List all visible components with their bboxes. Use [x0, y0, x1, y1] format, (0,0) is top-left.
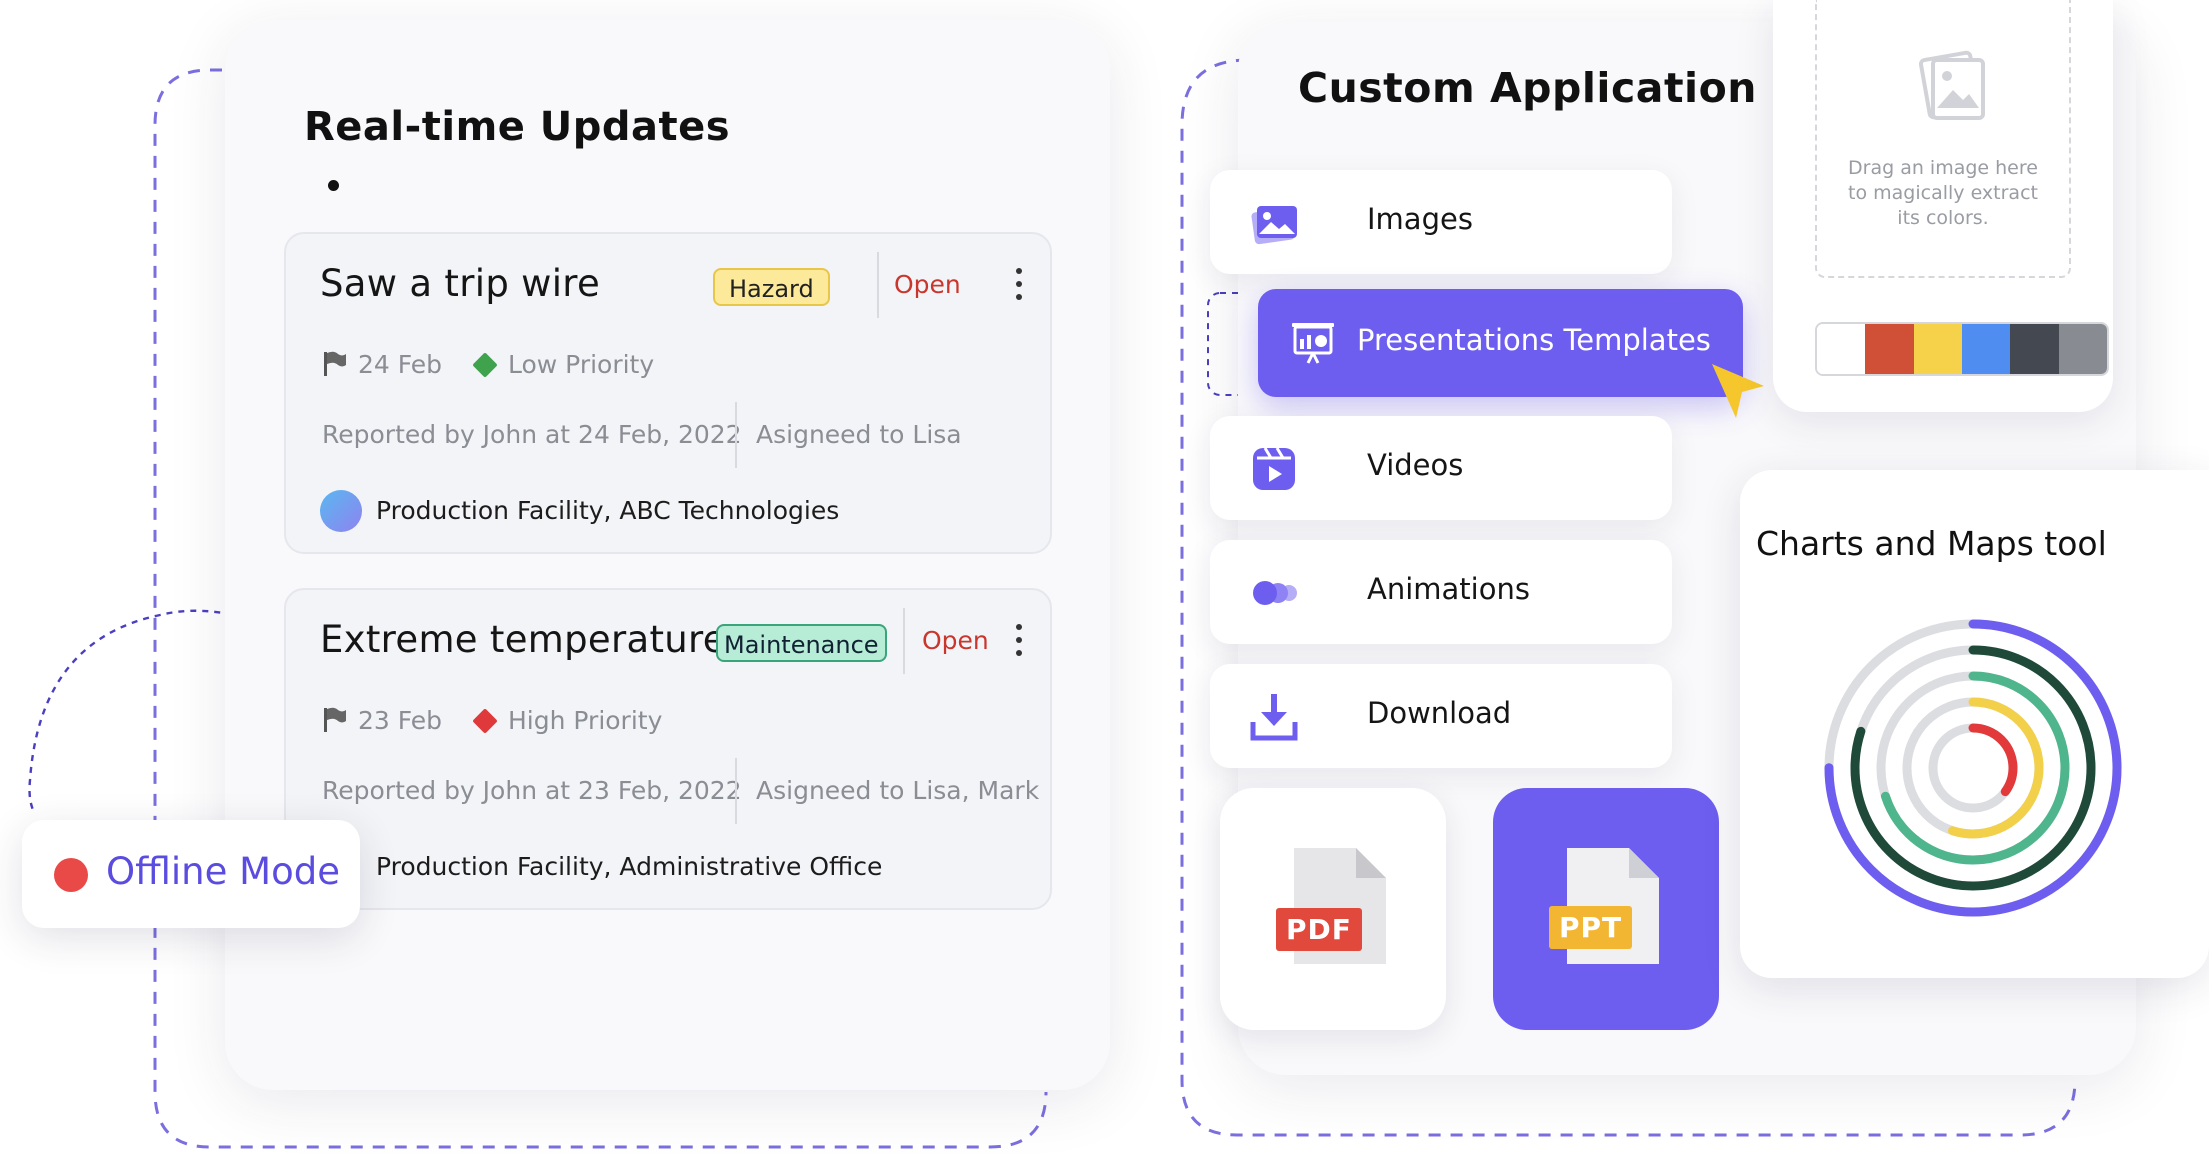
update-card[interactable]: Saw a trip wire Hazard Open 24 Feb Low P… — [284, 232, 1052, 554]
palette-swatch[interactable] — [2058, 324, 2107, 374]
animation-icon — [1253, 581, 1297, 605]
palette-swatch[interactable] — [1961, 324, 2011, 374]
assigned-to: Asigneed to Lisa — [756, 420, 962, 449]
offline-status-dot — [54, 858, 88, 892]
drop-text-line: Drag an image here — [1848, 157, 2038, 179]
palette-swatch[interactable] — [1913, 324, 1962, 374]
ppt-file-tile[interactable]: PPT — [1493, 788, 1719, 1030]
radial-progress-chart — [1824, 619, 2122, 917]
title-bullet — [328, 180, 339, 191]
realtime-panel — [225, 20, 1110, 1090]
menu-item-presentations-templates[interactable]: Presentations Templates — [1258, 289, 1743, 397]
flag-icon — [324, 707, 346, 732]
presentation-icon — [1292, 323, 1334, 364]
maintenance-tag: Maintenance — [716, 624, 887, 662]
priority-label: High Priority — [508, 706, 663, 735]
flag-icon — [324, 351, 346, 376]
images-icon — [1251, 206, 1297, 245]
divider — [735, 758, 737, 824]
card-title: Extreme temperature — [320, 618, 726, 661]
hazard-tag: Hazard — [713, 268, 830, 306]
menu-label: Download — [1367, 696, 1512, 730]
priority-diamond-icon — [472, 352, 498, 378]
drop-instructions: Drag an image here to magically extract … — [1817, 156, 2069, 231]
custom-application-title: Custom Application — [1298, 64, 1757, 112]
drop-text-line: to magically extract — [1848, 182, 2038, 204]
priority-diamond-icon — [472, 708, 498, 734]
menu-item-images[interactable]: Images — [1210, 170, 1672, 274]
card-title: Saw a trip wire — [320, 262, 601, 305]
more-options-icon[interactable] — [1014, 268, 1024, 308]
update-card[interactable]: Extreme temperature Maintenance Open 23 … — [284, 588, 1052, 910]
palette-swatch[interactable] — [1865, 324, 1914, 374]
reported-by: Reported by John at 23 Feb, 2022 — [322, 776, 742, 805]
reported-by: Reported by John at 24 Feb, 2022 — [322, 420, 742, 449]
assigned-to: Asigneed to Lisa, Mark — [756, 776, 1040, 805]
pdf-badge: PDF — [1276, 908, 1362, 951]
cursor-pointer-icon — [1712, 364, 1764, 418]
offline-mode-label: Offline Mode — [106, 850, 340, 893]
ppt-badge: PPT — [1549, 906, 1633, 949]
status-open[interactable]: Open — [922, 626, 989, 655]
video-icon — [1253, 447, 1295, 490]
palette-swatch[interactable] — [2010, 324, 2059, 374]
menu-label: Animations — [1367, 572, 1530, 606]
location-label: Production Facility, ABC Technologies — [376, 496, 840, 525]
menu-label: Videos — [1367, 448, 1464, 482]
image-drop-card: Drag an image here to magically extract … — [1773, 0, 2113, 412]
priority-label: Low Priority — [508, 350, 655, 379]
menu-label: Images — [1367, 202, 1473, 236]
more-options-icon[interactable] — [1014, 624, 1024, 664]
image-drop-zone[interactable]: Drag an image here to magically extract … — [1815, 0, 2071, 278]
image-placeholder-icon — [1918, 50, 1985, 120]
card-date: 24 Feb — [358, 350, 443, 379]
divider — [735, 402, 737, 468]
menu-label: Presentations Templates — [1357, 323, 1711, 357]
palette-swatch[interactable] — [1817, 324, 1866, 374]
menu-item-download[interactable]: Download — [1210, 664, 1672, 768]
offline-mode-badge[interactable]: Offline Mode — [22, 820, 360, 928]
divider — [877, 252, 879, 318]
charts-title: Charts and Maps tool — [1756, 524, 2107, 563]
charts-maps-card[interactable]: Charts and Maps tool — [1740, 470, 2209, 978]
status-open[interactable]: Open — [894, 270, 961, 299]
divider — [903, 608, 905, 674]
menu-item-animations[interactable]: Animations — [1210, 540, 1672, 644]
pdf-file-tile[interactable]: PDF — [1220, 788, 1446, 1030]
location-avatar — [320, 490, 362, 532]
realtime-title: Real-time Updates — [304, 104, 731, 150]
download-icon — [1250, 694, 1298, 741]
color-palette — [1815, 322, 2109, 376]
card-date: 23 Feb — [358, 706, 443, 735]
drop-text-line: its colors. — [1897, 207, 1989, 229]
menu-item-videos[interactable]: Videos — [1210, 416, 1672, 520]
location-label: Production Facility, Administrative Offi… — [376, 852, 883, 881]
